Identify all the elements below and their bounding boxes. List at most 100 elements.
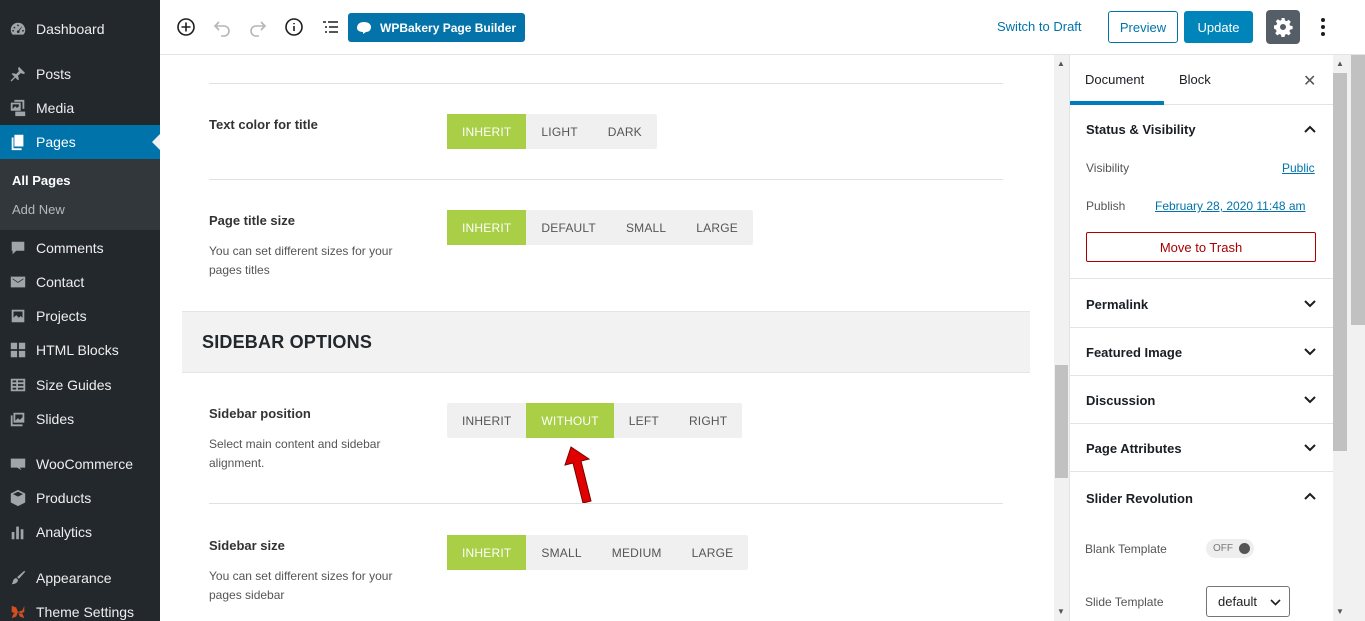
slide-template-select[interactable]: default [1206, 586, 1290, 617]
featured-image-panel[interactable]: Featured Image [1070, 328, 1333, 376]
segment-left[interactable]: LEFT [614, 403, 674, 438]
panel-section-title[interactable]: Status & Visibility [1086, 122, 1196, 137]
menu-item-dashboard[interactable]: Dashboard [0, 12, 160, 46]
menu-item-appearance[interactable]: Appearance [0, 561, 160, 595]
option-label: Sidebar size [209, 538, 285, 553]
settings-sidebar: Document Block ✕ Status & Visibility Vis… [1069, 55, 1333, 621]
status-visibility-panel: Status & Visibility Visibility Public Pu… [1070, 106, 1333, 279]
table-icon [0, 376, 36, 394]
wpbakery-logo-icon [357, 21, 371, 34]
segment-inherit[interactable]: INHERIT [447, 114, 527, 149]
menu-item-projects[interactable]: Projects [0, 299, 160, 333]
tab-document[interactable]: Document [1085, 72, 1144, 87]
switch-to-draft-link[interactable]: Switch to Draft [997, 19, 1082, 34]
portfolio-icon [0, 307, 36, 325]
chevron-down-icon [1270, 599, 1281, 606]
segment-inherit[interactable]: INHERIT [447, 210, 527, 245]
menu-label: Comments [36, 240, 104, 256]
menu-label: Dashboard [36, 21, 105, 37]
undo-icon[interactable] [211, 16, 233, 38]
menu-item-pages[interactable]: Pages [0, 125, 160, 159]
segment-large[interactable]: LARGE [677, 535, 749, 570]
menu-item-theme-settings[interactable]: Theme Settings [0, 595, 160, 621]
menu-item-size-guides[interactable]: Size Guides [0, 368, 160, 402]
pages-submenu: All Pages Add New [0, 159, 160, 230]
sidebar-options-heading: SIDEBAR OPTIONS [182, 311, 1030, 373]
block-navigation-icon[interactable] [319, 16, 341, 38]
submenu-all-pages[interactable]: All Pages [12, 173, 71, 188]
segment-medium[interactable]: MEDIUM [597, 535, 677, 570]
chevron-down-icon [1303, 441, 1317, 455]
menu-item-slides[interactable]: Slides [0, 402, 160, 436]
publish-label: Publish [1086, 199, 1126, 213]
chevron-down-icon [1303, 345, 1317, 359]
divider [209, 83, 1003, 84]
page-scrollbar-thumb[interactable] [1351, 55, 1365, 325]
menu-item-comments[interactable]: Comments [0, 231, 160, 265]
menu-item-products[interactable]: Products [0, 481, 160, 515]
page-attributes-panel[interactable]: Page Attributes [1070, 424, 1333, 472]
more-menu-button[interactable] [1313, 16, 1333, 38]
segment-without[interactable]: WITHOUT [526, 403, 614, 438]
wpbakery-button[interactable]: WPBakery Page Builder [348, 13, 526, 42]
grid-icon [0, 341, 36, 359]
chevron-up-icon[interactable] [1303, 489, 1317, 503]
close-icon[interactable]: ✕ [1303, 71, 1316, 91]
discussion-panel[interactable]: Discussion [1070, 376, 1333, 424]
more-vertical-icon [1321, 18, 1325, 36]
submenu-add-new[interactable]: Add New [12, 202, 65, 217]
panel-scrollbar-thumb[interactable] [1333, 73, 1347, 451]
menu-item-analytics[interactable]: Analytics [0, 515, 160, 549]
scrollbar-thumb[interactable] [1055, 365, 1068, 478]
segment-light[interactable]: LIGHT [526, 114, 592, 149]
gear-icon [1274, 18, 1293, 37]
menu-item-woocommerce[interactable]: WooCommerce [0, 447, 160, 481]
menu-item-media[interactable]: Media [0, 91, 160, 125]
panel-scrollbar[interactable]: ▲ ▼ [1333, 55, 1365, 621]
segment-small[interactable]: SMALL [526, 535, 596, 570]
segment-right[interactable]: RIGHT [674, 403, 742, 438]
comments-icon [0, 239, 36, 257]
slider-revolution-title[interactable]: Slider Revolution [1086, 491, 1193, 506]
media-icon [0, 99, 36, 117]
content-scrollbar[interactable]: ▲ ▼ [1054, 55, 1069, 621]
settings-button[interactable] [1266, 10, 1300, 44]
scroll-down-icon[interactable]: ▼ [1336, 607, 1345, 616]
scroll-up-icon[interactable]: ▲ [1057, 59, 1066, 68]
publish-date-link[interactable]: February 28, 2020 11:48 am [1155, 199, 1306, 213]
permalink-panel[interactable]: Permalink [1070, 280, 1333, 328]
menu-label: Size Guides [36, 377, 112, 393]
menu-item-posts[interactable]: Posts [0, 57, 160, 91]
redo-icon[interactable] [247, 16, 269, 38]
editor-content: Text color for title INHERIT LIGHT DARK … [160, 55, 1054, 621]
segment-inherit[interactable]: INHERIT [447, 535, 527, 570]
slide-template-label: Slide Template [1085, 595, 1164, 609]
tab-block[interactable]: Block [1179, 72, 1211, 87]
blank-template-toggle[interactable]: OFF [1206, 539, 1254, 558]
divider [209, 503, 1003, 504]
move-to-trash-button[interactable]: Move to Trash [1086, 232, 1316, 262]
info-icon[interactable] [283, 16, 305, 38]
menu-label: Contact [36, 274, 85, 290]
menu-item-contact[interactable]: Contact [0, 265, 160, 299]
chevron-up-icon[interactable] [1303, 122, 1317, 136]
segment-default[interactable]: DEFAULT [526, 210, 611, 245]
text-color-title-toggle: INHERIT LIGHT DARK [447, 114, 657, 149]
segment-dark[interactable]: DARK [593, 114, 657, 149]
preview-button[interactable]: Preview [1108, 11, 1178, 43]
segment-large[interactable]: LARGE [681, 210, 753, 245]
update-button[interactable]: Update [1184, 11, 1253, 43]
visibility-link[interactable]: Public [1282, 161, 1315, 175]
menu-label: WooCommerce [36, 456, 133, 472]
segment-small[interactable]: SMALL [611, 210, 681, 245]
menu-label: Media [36, 100, 75, 116]
option-label: Text color for title [209, 117, 318, 132]
active-tab-indicator [1070, 101, 1164, 105]
add-block-icon[interactable] [175, 16, 197, 38]
scroll-down-icon[interactable]: ▼ [1057, 607, 1066, 616]
select-value: default [1218, 594, 1258, 609]
segment-inherit[interactable]: INHERIT [447, 403, 526, 438]
scroll-up-icon[interactable]: ▲ [1336, 59, 1345, 68]
menu-item-html-blocks[interactable]: HTML Blocks [0, 333, 160, 367]
menu-label: Slides [36, 411, 75, 427]
